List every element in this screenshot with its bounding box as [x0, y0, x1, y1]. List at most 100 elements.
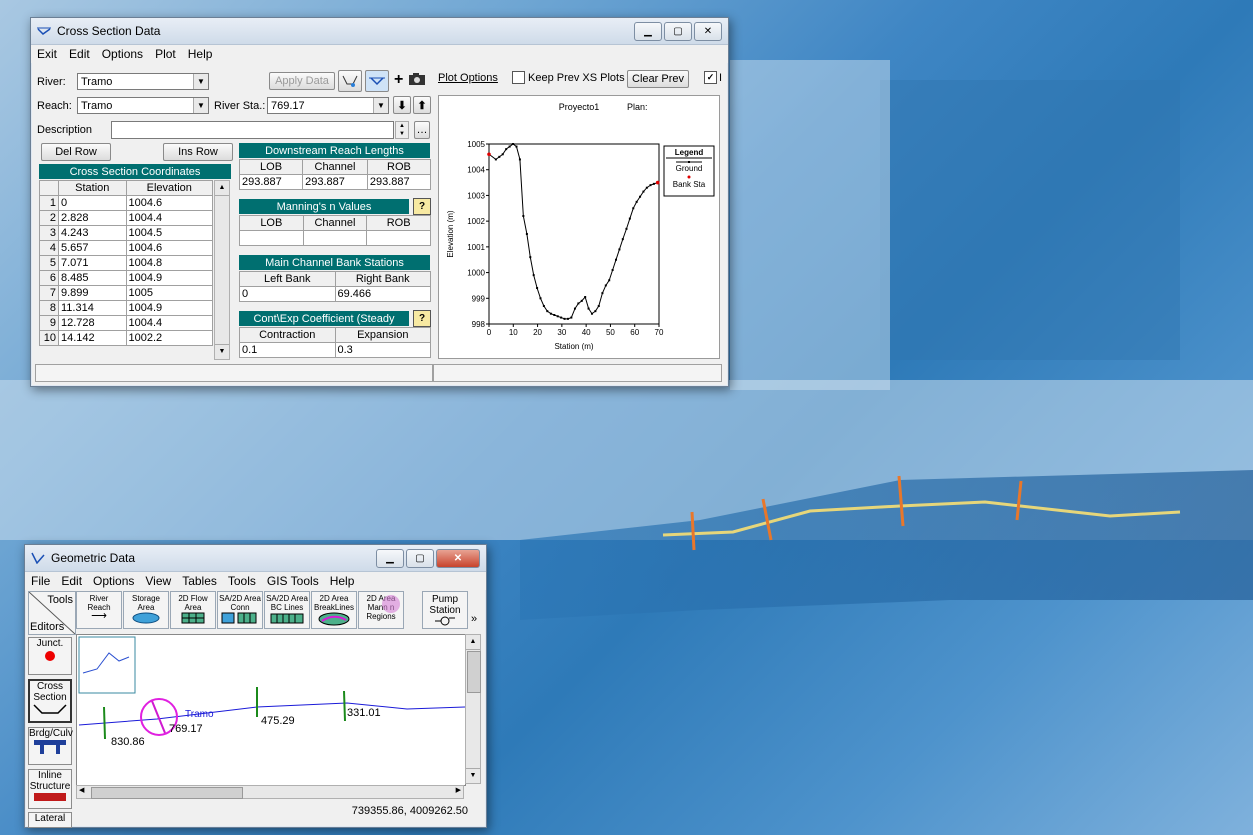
station-cell[interactable]: 8.485: [58, 270, 127, 286]
scroll-up-icon[interactable]: ▲: [466, 635, 480, 650]
menu-edit[interactable]: Edit: [69, 47, 90, 61]
right-bank-cell[interactable]: 69.466: [334, 286, 431, 302]
lob-length-cell[interactable]: 293.887: [238, 174, 304, 190]
rob-length-cell[interactable]: 293.887: [366, 174, 432, 190]
river-reach-tool[interactable]: River Reach ⟶: [76, 591, 122, 629]
elevation-cell[interactable]: 1004.4: [125, 210, 214, 226]
reach-select[interactable]: Tramo ▼: [77, 97, 209, 114]
apply-data-button[interactable]: Apply Data: [269, 72, 335, 90]
elevation-cell[interactable]: 1005: [125, 285, 214, 301]
menu-gis-tools[interactable]: GIS Tools: [267, 574, 319, 588]
menu-tables[interactable]: Tables: [182, 574, 217, 588]
rob-n-cell[interactable]: [366, 230, 431, 246]
cross-section-marker-769[interactable]: [151, 700, 166, 734]
expansion-cell[interactable]: 0.3: [334, 342, 431, 358]
keep-prev-checkbox[interactable]: [512, 71, 525, 84]
plot-options-link[interactable]: Plot Options: [438, 72, 498, 84]
ins-row-button[interactable]: Ins Row: [163, 143, 233, 161]
elevation-cell[interactable]: 1004.9: [125, 270, 214, 286]
scroll-right-icon[interactable]: ▶: [456, 786, 461, 794]
sa-2d-connection-tool[interactable]: SA/2D Area Conn: [217, 591, 263, 629]
description-spinner[interactable]: ▲ ▼: [395, 121, 409, 139]
scroll-left-icon[interactable]: ◀: [79, 786, 84, 794]
channel-length-cell[interactable]: 293.887: [302, 174, 368, 190]
mannings-help-button[interactable]: ?: [413, 198, 431, 215]
description-more-button[interactable]: …: [414, 121, 430, 139]
menu-edit[interactable]: Edit: [61, 574, 82, 588]
contraction-cell[interactable]: 0.1: [239, 342, 336, 358]
station-cell[interactable]: 14.142: [58, 330, 127, 346]
menu-view[interactable]: View: [145, 574, 171, 588]
elevation-cell[interactable]: 1004.6: [125, 240, 214, 256]
geometric-map-canvas[interactable]: 830.86 769.17 Tramo 475.29 331.01: [76, 634, 466, 786]
bridge-culvert-editor[interactable]: Brdg/Culv: [28, 727, 73, 765]
channel-n-cell[interactable]: [302, 230, 368, 246]
menu-plot[interactable]: Plot: [155, 47, 176, 61]
scroll-down-icon[interactable]: ▼: [466, 768, 480, 783]
inline-structure-editor[interactable]: Inline Structure: [28, 769, 72, 809]
menu-help[interactable]: Help: [330, 574, 355, 588]
next-station-button[interactable]: ⬇: [393, 96, 411, 114]
scroll-thumb[interactable]: [91, 787, 243, 799]
clear-prev-button[interactable]: Clear Prev: [627, 70, 689, 88]
2d-area-breaklines-tool[interactable]: 2D Area BreakLines: [311, 591, 357, 629]
edit-graphic-button[interactable]: [338, 70, 362, 92]
overview-inset[interactable]: [78, 636, 136, 694]
station-cell[interactable]: 11.314: [58, 300, 127, 316]
add-icon[interactable]: +: [394, 71, 403, 89]
junction-editor[interactable]: Junct.: [28, 637, 72, 675]
minimize-button[interactable]: ▁: [634, 21, 662, 41]
elevation-cell[interactable]: 1004.6: [125, 195, 214, 211]
menu-help[interactable]: Help: [188, 47, 213, 61]
table-row[interactable]: 3 4.243 1004.5: [39, 225, 214, 241]
cross-section-marker-331[interactable]: [343, 690, 346, 722]
menu-exit[interactable]: Exit: [37, 47, 57, 61]
river-tool-button[interactable]: [365, 70, 389, 92]
table-row[interactable]: 9 12.728 1004.4: [39, 315, 214, 331]
2d-area-mann-n-regions-tool[interactable]: 2D Area Mann n Regions: [358, 591, 404, 629]
scroll-up-icon[interactable]: ▲: [215, 181, 229, 196]
2d-flow-area-tool[interactable]: 2D Flow Area: [170, 591, 216, 629]
pump-station-tool[interactable]: Pump Station: [422, 591, 468, 629]
river-select[interactable]: Tramo ▼: [77, 73, 209, 90]
station-cell[interactable]: 7.071: [58, 255, 127, 271]
table-row[interactable]: 7 9.899 1005: [39, 285, 214, 301]
river-station-select[interactable]: 769.17 ▼: [267, 97, 389, 114]
station-cell[interactable]: 5.657: [58, 240, 127, 256]
map-vertical-scrollbar[interactable]: ▲ ▼: [465, 634, 481, 784]
lateral-editor[interactable]: Lateral: [28, 812, 72, 828]
elevation-cell[interactable]: 1004.5: [125, 225, 214, 241]
sa-2d-bc-lines-tool[interactable]: SA/2D Area BC Lines: [264, 591, 310, 629]
station-cell[interactable]: 4.243: [58, 225, 127, 241]
left-bank-cell[interactable]: 0: [239, 286, 336, 302]
table-row[interactable]: 5 7.071 1004.8: [39, 255, 214, 271]
camera-icon[interactable]: [408, 72, 426, 89]
elevation-cell[interactable]: 1004.8: [125, 255, 214, 271]
coords-scrollbar[interactable]: ▲ ▼: [214, 180, 230, 360]
map-horizontal-scrollbar[interactable]: ◀ ▶: [76, 785, 464, 799]
menu-options[interactable]: Options: [102, 47, 143, 61]
table-row[interactable]: 4 5.657 1004.6: [39, 240, 214, 256]
geometric-titlebar[interactable]: Geometric Data ▁ ▢ ✕: [25, 545, 486, 572]
scroll-thumb[interactable]: [467, 651, 481, 693]
scroll-down-icon[interactable]: ▼: [215, 344, 229, 359]
station-cell[interactable]: 12.728: [58, 315, 127, 331]
plot-option-checkbox[interactable]: ✓: [704, 71, 717, 84]
cross-section-marker-830[interactable]: [103, 706, 106, 740]
maximize-button[interactable]: ▢: [406, 548, 434, 568]
close-button[interactable]: ✕: [436, 548, 480, 568]
previous-station-button[interactable]: ⬆: [413, 96, 431, 114]
lob-n-cell[interactable]: [239, 230, 304, 246]
station-cell[interactable]: 0: [58, 195, 127, 211]
coefficient-help-button[interactable]: ?: [413, 310, 431, 327]
table-row[interactable]: 2 2.828 1004.4: [39, 210, 214, 226]
table-row[interactable]: 10 14.142 1002.2: [39, 330, 214, 346]
close-button[interactable]: ✕: [694, 21, 722, 41]
elevation-cell[interactable]: 1004.4: [125, 315, 214, 331]
table-row[interactable]: 8 11.314 1004.9: [39, 300, 214, 316]
menu-options[interactable]: Options: [93, 574, 134, 588]
elevation-cell[interactable]: 1004.9: [125, 300, 214, 316]
maximize-button[interactable]: ▢: [664, 21, 692, 41]
menu-tools[interactable]: Tools: [228, 574, 256, 588]
table-row[interactable]: 6 8.485 1004.9: [39, 270, 214, 286]
